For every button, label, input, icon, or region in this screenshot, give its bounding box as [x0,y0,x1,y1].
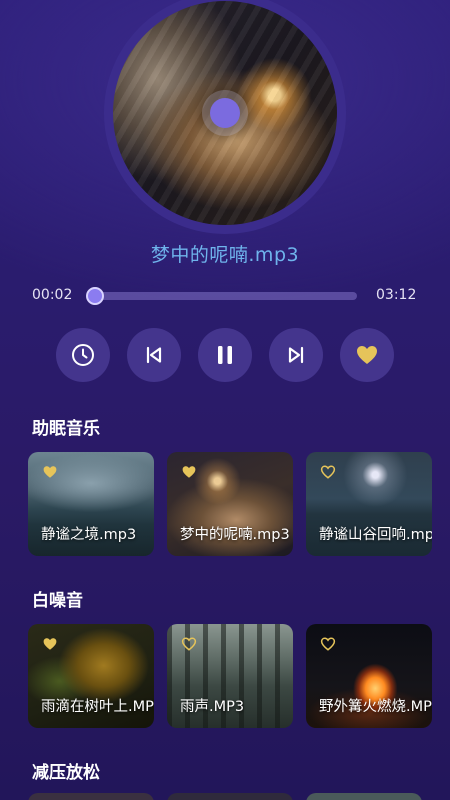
heart-outline-icon[interactable] [320,465,336,479]
pause-button[interactable] [198,328,252,382]
audio-card[interactable]: 梦中的呢喃.mp3 [167,452,293,556]
heart-filled-icon[interactable] [42,637,58,651]
timer-button[interactable] [56,328,110,382]
section-title-white-noise: 白噪音 [32,591,83,611]
section-title-sleep-music: 助眠音乐 [32,419,100,439]
audio-card-label: 静谧山谷回响.mp3 [319,527,432,543]
next-button[interactable] [269,328,323,382]
current-time: 00:02 [32,287,73,303]
total-time: 03:12 [376,287,417,303]
now-playing-title: 梦中的呢喃.mp3 [150,244,300,266]
album-disc [104,0,346,234]
section-title-relaxation: 减压放松 [32,763,100,783]
disc-center-dot [210,98,240,128]
audio-card[interactable]: 静谧山谷回响.mp3 [306,452,432,556]
audio-card-label: 雨声.MP3 [180,699,245,715]
sleep-music-row: 静谧之境.mp3 梦中的呢喃.mp3 静谧山谷回响.mp3 [28,452,450,556]
white-noise-row: 雨滴在树叶上.MP3 雨声.MP3 野外篝火燃烧.MP3 [28,624,450,728]
heart-outline-icon[interactable] [320,637,336,651]
audio-card[interactable]: 雨声.MP3 [167,624,293,728]
audio-card-label: 静谧之境.mp3 [41,527,137,543]
heart-outline-icon[interactable] [181,637,197,651]
audio-card[interactable]: 静谧之境.mp3 [28,452,154,556]
audio-card-label: 野外篝火燃烧.MP3 [319,699,432,715]
audio-card-partial[interactable] [28,793,154,800]
heart-filled-icon[interactable] [181,465,197,479]
playback-controls [0,328,450,382]
skip-previous-icon [146,346,162,364]
audio-card-label: 雨滴在树叶上.MP3 [41,699,154,715]
skip-next-icon [288,346,304,364]
audio-card-label: 梦中的呢喃.mp3 [180,527,290,543]
favorite-button[interactable] [340,328,394,382]
audio-card[interactable]: 雨滴在树叶上.MP3 [28,624,154,728]
progress-bar[interactable] [86,287,357,305]
pause-icon [218,346,232,364]
audio-card-partial[interactable] [167,793,293,800]
heart-filled-icon[interactable] [42,465,58,479]
previous-button[interactable] [127,328,181,382]
progress-handle[interactable] [86,287,105,305]
clock-icon [72,344,94,366]
audio-card-partial[interactable] [306,793,422,800]
audio-card[interactable]: 野外篝火燃烧.MP3 [306,624,432,728]
heart-icon [357,346,377,364]
